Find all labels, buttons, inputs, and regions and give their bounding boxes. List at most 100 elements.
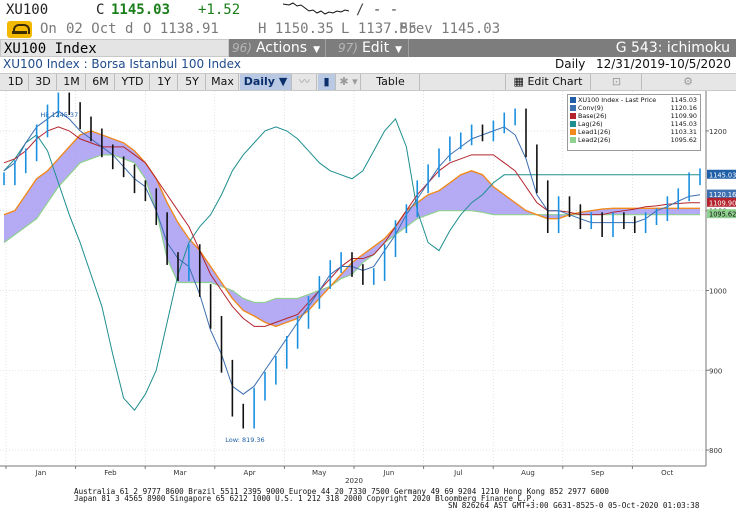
y-tick-label: 1000 <box>709 287 727 295</box>
edit-chart-label: Edit Chart <box>527 75 583 88</box>
legend-item: Lead1(26) 1103.31 <box>570 128 698 136</box>
y-tick-label: 900 <box>709 367 722 375</box>
bloomberg-launch-icon[interactable] <box>7 21 32 38</box>
price-tag-label: 1145.03 <box>709 171 736 179</box>
quote-high: H 1150.35 <box>258 21 334 37</box>
ticker-strip: XU100 C 1145.03 +1.52 / - - <box>0 0 736 20</box>
footer-line-3: SN 826264 AST GMT+3:00 G631-8525-0 05-Oc… <box>448 501 700 510</box>
base-line <box>3 126 700 327</box>
security-input[interactable]: XU100 Index <box>0 39 229 57</box>
chevron-down-icon: ▼ <box>278 75 288 88</box>
y-tick-label: 1200 <box>709 128 727 136</box>
last-price: 1145.03 <box>111 2 171 18</box>
actions-menu[interactable]: 96) Actions ▼ <box>232 39 320 57</box>
legend-name: Conv(9) <box>578 104 604 112</box>
x-tick-label: May <box>312 469 326 477</box>
legend-item: Conv(9) 1120.16 <box>570 104 698 112</box>
quote-open: O 1138.91 <box>143 21 219 37</box>
close-label: C <box>96 2 105 18</box>
chart-legend[interactable]: XU100 Index - Last Price 1145.03 Conv(9) 1… <box>567 94 701 151</box>
legend-name: XU100 Index - Last Price <box>578 96 657 104</box>
x-tick-label: Jun <box>382 469 394 477</box>
low-annotation: Low: 819.36 <box>225 436 264 444</box>
x-tick-label: Sep <box>591 469 605 477</box>
legend-item: XU100 Index - Last Price 1145.03 <box>570 96 698 104</box>
range-max-button[interactable]: Max <box>207 74 239 90</box>
x-tick-label: Jan <box>34 469 46 477</box>
range-5y-button[interactable]: 5Y <box>179 74 206 90</box>
edit-label: Edit <box>361 40 390 56</box>
range-6m-button[interactable]: 6M <box>87 74 115 90</box>
legend-item: Lead2(26) 1095.62 <box>570 136 698 144</box>
lead1-line <box>3 130 700 328</box>
x-tick-label: Oct <box>661 469 673 477</box>
x-tick-label: Aug <box>521 469 535 477</box>
legend-swatch <box>570 97 576 103</box>
chart-edit-icon: ▦ <box>513 75 524 88</box>
x-axis-year-label: 2020 <box>345 477 363 485</box>
range-ytd-button[interactable]: YTD <box>116 74 150 90</box>
actions-label: Actions <box>255 40 308 56</box>
range-1d-button[interactable]: 1D <box>3 74 29 90</box>
lead2-line <box>3 154 700 304</box>
line-chart-icon[interactable]: 〰 <box>293 74 317 90</box>
ticker-symbol[interactable]: XU100 <box>6 2 48 18</box>
security-title: XU100 Index : Borsa Istanbul 100 Index <box>3 57 241 71</box>
dash-placeholder: / - - <box>356 2 399 18</box>
menu-divider <box>325 39 326 57</box>
zoom-icon[interactable]: ⊡ <box>592 74 642 90</box>
frequency-value: Daily <box>243 75 275 88</box>
gear-icon[interactable]: ⚙ <box>643 74 733 90</box>
price-tag-layer: Hi: 1245.37Low: 819.361145.031120.161109… <box>40 111 736 444</box>
table-button[interactable]: Table <box>362 74 420 90</box>
legend-name: Lead2(26) <box>578 136 611 144</box>
quote-on: On <box>40 21 57 37</box>
title-row: XU100 Index : Borsa Istanbul 100 Index D… <box>0 57 736 73</box>
frequency-label: Daily <box>555 57 586 71</box>
chart-toolbar: 1D 3D 1M 6M YTD 1Y 5Y Max Daily ▼ 〰 ▮ ✱ … <box>0 73 736 91</box>
legend-value: 1103.31 <box>670 128 697 136</box>
y-tick-label: 800 <box>709 447 722 455</box>
sparkline-icon <box>283 2 349 15</box>
quote-date: 02 Oct d <box>66 21 134 37</box>
range-3d-button[interactable]: 3D <box>30 74 57 90</box>
legend-value: 1145.03 <box>670 96 697 104</box>
high-annotation: Hi: 1245.37 <box>40 111 78 119</box>
legend-item: Base(26) 1109.90 <box>570 112 698 120</box>
quote-prev: Prev 1145.03 <box>399 21 501 37</box>
legend-value: 1109.90 <box>670 112 697 120</box>
legend-name: Base(26) <box>578 112 607 120</box>
legend-name: Lead1(26) <box>578 128 611 136</box>
legend-value: 1095.62 <box>670 136 697 144</box>
command-bar: XU100 Index 96) Actions ▼ 97) Edit ▼ G 543: … <box>0 39 736 57</box>
price-change: +1.52 <box>198 2 241 18</box>
bar-chart-icon[interactable]: ▮ <box>318 74 336 90</box>
legend-swatch <box>570 129 576 135</box>
chevron-down-icon: ▼ <box>313 45 321 55</box>
legend-name: Lag(26) <box>578 120 603 128</box>
actions-number: 96) <box>232 41 252 55</box>
edit-menu[interactable]: 97) Edit ▼ <box>338 39 402 57</box>
x-tick-label: Feb <box>104 469 117 477</box>
chevron-down-icon: ▼ <box>395 45 402 55</box>
legend-value: 1120.16 <box>670 104 697 112</box>
legend-swatch <box>570 105 576 111</box>
x-tick-label: Apr <box>244 469 256 477</box>
price-tag-label: 1109.90 <box>709 199 736 207</box>
edit-chart-button[interactable]: ▦ Edit Chart <box>505 74 591 90</box>
x-tick-label: Jul <box>453 469 463 477</box>
quote-strip: On 02 Oct d O 1138.91 H 1150.35 L 1137.5… <box>0 20 736 39</box>
legend-swatch <box>570 113 576 119</box>
cloud-layer <box>4 130 700 327</box>
date-range[interactable]: 12/31/2019-10/5/2020 <box>596 57 731 71</box>
menu-divider <box>408 39 409 57</box>
edit-number: 97) <box>338 41 358 55</box>
settings-dropdown-icon[interactable]: ✱ ▾ <box>337 74 361 90</box>
range-1m-button[interactable]: 1M <box>58 74 86 90</box>
legend-swatch <box>570 137 576 143</box>
price-tag-label: 1095.62 <box>709 211 736 219</box>
frequency-dropdown[interactable]: Daily ▼ <box>240 74 292 90</box>
range-1y-button[interactable]: 1Y <box>151 74 178 90</box>
legend-value: 1145.03 <box>670 120 697 128</box>
footer: Australia 61 2 9777 8600 Brazil 5511 239… <box>0 486 736 530</box>
